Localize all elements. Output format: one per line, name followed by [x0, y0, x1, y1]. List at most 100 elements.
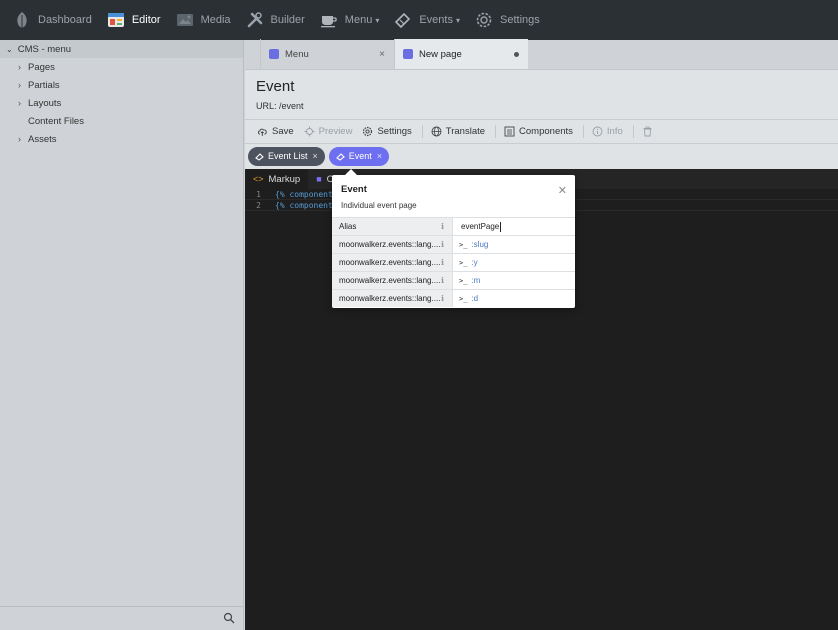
nav-builder[interactable]: Builder	[245, 0, 305, 40]
code-brackets-icon: ■	[316, 174, 322, 184]
toolbar: Save Preview Settings Translate Componen…	[245, 119, 838, 144]
page-header: Event URL: /event	[245, 70, 838, 119]
ticket-icon	[255, 152, 264, 161]
close-icon[interactable]: ×	[377, 151, 382, 161]
code-text: {% component	[275, 189, 333, 199]
property-key-label: moonwalkerz.events::lang....	[339, 294, 441, 303]
property-row: Alias ℹ eventPage	[332, 217, 575, 235]
property-value-field[interactable]: >_ :y	[453, 254, 575, 271]
sidebar-item-assets[interactable]: › Assets	[0, 130, 243, 148]
nav-editor-label: Editor	[131, 14, 161, 26]
info-icon[interactable]: ℹ	[441, 294, 444, 303]
component-chip-event[interactable]: Event ×	[328, 146, 390, 166]
sidebar-item-layouts[interactable]: › Layouts	[0, 94, 243, 112]
info-icon[interactable]: ℹ	[441, 240, 444, 249]
cloud-upload-icon	[257, 126, 268, 137]
save-button[interactable]: Save	[257, 126, 294, 137]
sidebar-title[interactable]: ⌄ CMS - menu	[0, 40, 243, 58]
sidebar-title-label: CMS - menu	[17, 43, 72, 55]
tab-markup[interactable]: <> Markup	[245, 169, 309, 189]
nav-media-label: Media	[200, 14, 231, 26]
top-navigation: Dashboard Editor Media Builder Menu ▾ Ev…	[0, 0, 838, 40]
sidebar-item-partials[interactable]: › Partials	[0, 76, 243, 94]
preview-button[interactable]: Preview	[304, 126, 353, 137]
url-label: URL:	[256, 101, 277, 111]
settings-button[interactable]: Settings	[362, 126, 412, 137]
settings-label: Settings	[377, 126, 412, 137]
preview-label: Preview	[318, 126, 353, 137]
chevron-down-icon: ⌄	[6, 44, 13, 54]
property-key: moonwalkerz.events::lang.... ℹ	[332, 254, 453, 271]
translate-button[interactable]: Translate	[431, 126, 485, 137]
close-icon[interactable]: ✕	[558, 184, 567, 197]
property-value-field[interactable]: >_ :d	[453, 290, 575, 307]
page-icon	[269, 49, 279, 59]
nav-settings[interactable]: Settings	[474, 0, 540, 40]
sidebar-item-content-files[interactable]: Content Files	[0, 112, 243, 130]
tab-label: New page	[419, 48, 462, 60]
component-properties-popover: Event Individual event page ✕ Alias ℹ ev…	[332, 169, 575, 308]
info-label: Info	[606, 126, 623, 137]
property-key: moonwalkerz.events::lang.... ℹ	[332, 272, 453, 289]
sidebar-footer	[0, 606, 243, 630]
close-icon[interactable]: ×	[313, 151, 318, 161]
leaf-icon	[12, 10, 32, 30]
close-icon[interactable]: ×	[379, 49, 385, 60]
property-value-field[interactable]: >_ :slug	[453, 236, 575, 253]
line-number: 1	[256, 189, 261, 199]
chevron-down-icon: ▾	[375, 15, 380, 25]
terminal-icon: >_	[459, 240, 468, 249]
property-key: moonwalkerz.events::lang.... ℹ	[332, 290, 453, 307]
nav-editor[interactable]: Editor	[106, 0, 161, 40]
terminal-icon: >_	[459, 294, 468, 303]
tab-menu[interactable]: Menu ×	[260, 39, 394, 69]
chevron-right-icon: ›	[18, 62, 21, 72]
info-icon[interactable]: ℹ	[441, 276, 444, 285]
nav-media[interactable]: Media	[175, 0, 231, 40]
ticket-icon	[335, 152, 345, 161]
toolbar-divider	[421, 125, 423, 138]
property-value: :slug	[471, 240, 489, 249]
sidebar: ⌄ CMS - menu › Pages › Partials › Layout…	[0, 40, 244, 630]
image-icon	[175, 10, 195, 30]
alias-input[interactable]: eventPage	[453, 218, 575, 235]
nav-menu-label: Menu	[344, 14, 373, 26]
nav-events[interactable]: Events ▾	[393, 0, 460, 40]
editor-icon	[106, 10, 126, 30]
property-row: moonwalkerz.events::lang.... ℹ >_ :d	[332, 289, 575, 307]
chevron-right-icon: ›	[18, 80, 21, 90]
property-key-label: moonwalkerz.events::lang....	[339, 258, 441, 267]
info-icon[interactable]: ℹ	[441, 222, 444, 231]
component-chip-event-list[interactable]: Event List ×	[248, 146, 325, 166]
unsaved-dot-icon[interactable]	[514, 51, 519, 57]
nav-menu[interactable]: Menu ▾	[319, 0, 380, 40]
text-cursor	[500, 221, 502, 232]
sidebar-item-label: Content Files	[28, 115, 84, 127]
info-button[interactable]: Info	[592, 126, 623, 137]
property-value: :d	[471, 294, 479, 303]
info-icon[interactable]: ℹ	[441, 258, 444, 267]
search-icon[interactable]	[223, 612, 237, 626]
property-row: moonwalkerz.events::lang.... ℹ >_ :m	[332, 271, 575, 289]
property-value-field[interactable]: >_ :m	[453, 272, 575, 289]
delete-button[interactable]	[642, 126, 657, 137]
property-value: :y	[471, 258, 478, 267]
page-url: URL: /event	[256, 101, 827, 111]
info-icon	[592, 126, 603, 137]
property-key-label: moonwalkerz.events::lang....	[339, 240, 441, 249]
toolbar-divider	[582, 125, 584, 138]
nav-dashboard[interactable]: Dashboard	[12, 0, 92, 40]
sidebar-item-label: Layouts	[28, 97, 62, 109]
wrench-icon	[245, 10, 265, 30]
tab-new-page[interactable]: New page	[394, 39, 528, 69]
components-button[interactable]: Components	[504, 126, 573, 137]
cup-icon	[319, 10, 339, 30]
component-bar: Event List × Event ×	[245, 144, 838, 168]
toolbar-divider	[632, 125, 634, 138]
property-key: Alias ℹ	[332, 218, 453, 235]
nav-settings-label: Settings	[500, 14, 540, 26]
url-value: /event	[279, 101, 304, 111]
chevron-down-icon: ▾	[455, 15, 460, 25]
sidebar-item-pages[interactable]: › Pages	[0, 58, 243, 76]
popover-title: Event	[341, 184, 367, 195]
